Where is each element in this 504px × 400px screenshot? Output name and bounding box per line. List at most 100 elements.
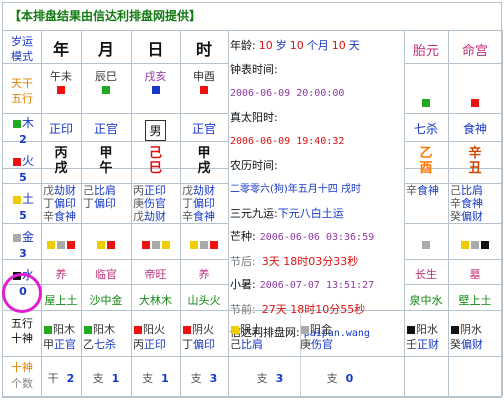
element-name: 金	[21, 230, 34, 244]
right-ganzhi: 乙酉	[404, 146, 448, 176]
pillar-dizhi-squares	[180, 238, 228, 251]
info-shishen-row: 庚伤官	[300, 337, 370, 352]
gender-box: 男	[145, 120, 166, 141]
lunar-label-part: 农历时间:	[230, 158, 278, 172]
info-count: 支3	[240, 370, 300, 386]
canggan-gan: 辛	[182, 210, 193, 223]
pillar-count: 支1	[131, 370, 180, 386]
canggan-row: 己比肩	[83, 184, 131, 197]
canggan-shishen: 劫财	[193, 184, 215, 197]
right-canggan: 己比肩 辛食神 癸偏财	[450, 184, 502, 223]
canggan-shishen: 食神	[461, 197, 483, 210]
count-value: 2	[66, 372, 75, 385]
pillar-header-0: 年	[52, 40, 69, 59]
pillar-branch-sub: 辰巳	[95, 70, 117, 83]
pillar-canggan: 丙正印 庚伤官 戊劫财	[133, 184, 180, 223]
age-line: 年龄: 10 岁 10 个月 10 天	[230, 34, 404, 58]
age-line-part: 10	[289, 39, 304, 52]
yuan-line-part: 下元八白土运	[277, 206, 344, 220]
pillar-count: 支3	[180, 370, 228, 386]
grid-hline	[404, 259, 502, 260]
element-count: 5	[19, 209, 27, 222]
yuan-line: 三元九运:下元八白土运	[230, 202, 404, 226]
element-name-row: 土	[6, 191, 40, 208]
lunar-value: 二零零六(狗)年五月十四 戌时	[230, 177, 404, 202]
count-label: 支	[92, 372, 104, 385]
element-count-2: 土5	[6, 191, 40, 227]
element-name-row: 火	[6, 153, 40, 170]
grid-hline	[228, 30, 404, 31]
element-color-square	[12, 234, 21, 242]
canggan-row: 戊劫财	[182, 184, 228, 197]
bottom-gan: 乙	[83, 338, 94, 351]
count-label: 支	[142, 372, 154, 385]
bottom-wuxing-name: 阴水	[460, 323, 482, 336]
element-count-1: 火5	[6, 153, 40, 189]
pillar-color-square	[81, 83, 131, 96]
canggan-shishen: 比肩	[94, 184, 116, 197]
pillar-ganzhi: 丙戌	[41, 146, 81, 176]
info-bottom-wuxing: 阴土 己比肩	[230, 322, 300, 352]
pillar-dizhi-squares	[81, 238, 131, 251]
canggan-row: 丁偏印	[43, 197, 81, 210]
right-gan: 乙	[419, 146, 433, 161]
canggan-shishen: 比肩	[461, 184, 483, 197]
pillar-nayin: 屋上土	[44, 294, 78, 307]
element-square	[200, 86, 208, 94]
canggan-row: 辛食神	[43, 210, 81, 223]
pillar-changsheng: 养	[55, 268, 67, 281]
count-value: 1	[161, 372, 169, 385]
element-count-0: 木2	[6, 115, 40, 151]
right-shishen: 食神	[462, 122, 487, 136]
mode-label-line: 模式	[11, 50, 33, 63]
bottom-wuxing-name: 阳木	[53, 323, 75, 336]
pillar-bottom-wuxing: 阳木 乙七杀	[83, 322, 131, 352]
pillar-gan: 甲	[99, 146, 113, 161]
bottom-gan: 癸	[450, 338, 461, 351]
canggan-gan: 丁	[43, 197, 54, 210]
count-value: 0	[345, 372, 354, 385]
canggan-row: 辛食神	[182, 210, 228, 223]
right-color-square	[448, 96, 502, 109]
canggan-row: 庚伤官	[133, 197, 180, 210]
info-shishen-row: 己比肩	[230, 337, 300, 352]
pillar-header-1: 月	[97, 40, 114, 59]
right-ganzhi: 辛丑	[448, 146, 502, 176]
highlight-circle	[2, 273, 42, 313]
pillar-bottom-wuxing: 阳木 甲正官	[43, 322, 81, 352]
pillar-ganzhi: 甲午	[81, 146, 131, 176]
canggan-gan: 癸	[450, 210, 461, 223]
bottom-wuxing-row: 阳木	[83, 322, 131, 337]
bottom-shishen: 偏财	[461, 338, 483, 351]
pillar-count: 干2	[41, 370, 81, 386]
grid-hline	[404, 356, 502, 357]
pillar-header-2: 日	[147, 40, 164, 59]
element-square	[422, 99, 430, 107]
solar-value: 2006-06-09 19:40:32	[230, 129, 404, 154]
mangzhong-line: 芒种: 2006-06-06 03:36:59	[230, 225, 404, 250]
canggan-gan: 辛	[406, 184, 417, 197]
grid-vline	[2, 30, 3, 396]
right-header-0: 胎元	[412, 44, 439, 59]
info-wuxing-name: 阴土	[240, 323, 262, 336]
right-zhi: 酉	[419, 161, 433, 176]
mode-label-line: 岁运	[11, 35, 33, 48]
right-changsheng: 墓	[469, 268, 481, 281]
pillar-zhi: 巳	[148, 161, 162, 176]
grid-hline	[404, 63, 502, 64]
element-square	[107, 241, 115, 249]
canggan-shishen: 劫财	[54, 184, 76, 197]
canggan-gan: 戊	[43, 184, 54, 197]
right-bottom-wuxing: 阳水 壬正财	[406, 322, 448, 352]
bottom-shishen-row: 丙正印	[133, 337, 180, 352]
pillar-ganzhi: 甲戌	[180, 146, 228, 176]
canggan-gan: 己	[83, 184, 94, 197]
pillar-color-square	[41, 83, 81, 96]
solar-label-part: 真太阳时:	[230, 110, 278, 124]
element-count-3: 金3	[6, 229, 40, 265]
tiangan-wuxing-line: 天干	[11, 77, 33, 90]
grid-vline	[502, 30, 503, 396]
grid-hline	[404, 113, 502, 114]
bottom-wuxing-row: 阴水	[450, 322, 502, 337]
count-label: 干	[47, 372, 59, 385]
